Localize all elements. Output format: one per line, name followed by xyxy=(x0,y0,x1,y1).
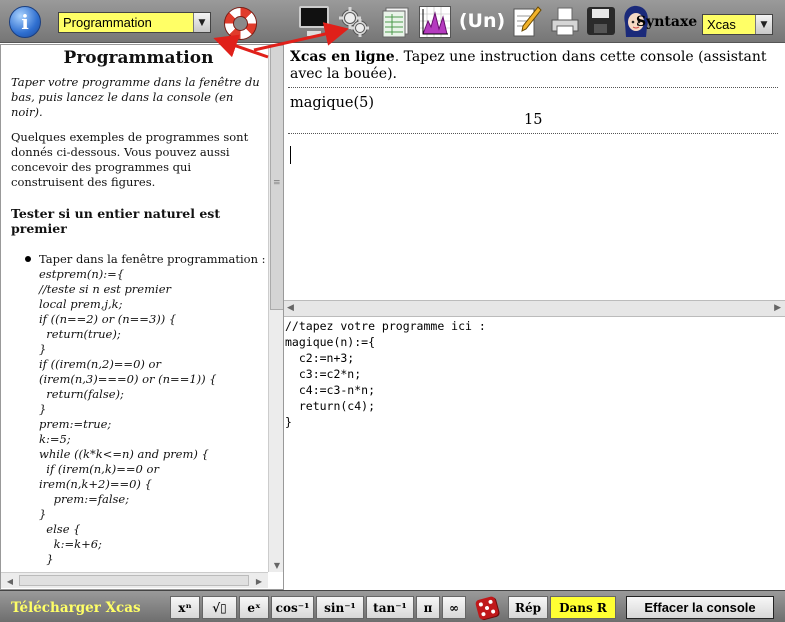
console-pane[interactable]: Xcas en ligne. Tapez une instruction dan… xyxy=(284,44,785,300)
help-code-line: if ((n==2) or (n==3)) { xyxy=(39,312,177,326)
scrollbar-thumb[interactable] xyxy=(19,575,249,586)
help-section-title: Tester si un entier naturel est premier xyxy=(11,206,221,236)
graph-icon[interactable] xyxy=(419,6,451,38)
help-code-line: //teste si n est premier xyxy=(39,282,171,296)
editor-line: c3:=c2*n; xyxy=(285,367,362,381)
editor-line: } xyxy=(285,415,292,429)
divider xyxy=(288,133,778,134)
syntax-select[interactable]: Xcas ▼ xyxy=(702,14,773,35)
help-intro: Taper votre programme dans la fenêtre du… xyxy=(11,75,260,119)
help-code-line: prem:=false; xyxy=(39,492,130,506)
save-icon[interactable] xyxy=(587,7,615,35)
help-content: Programmation Taper votre programme dans… xyxy=(11,45,266,567)
bottom-keyboard-bar: Télécharger Xcas xⁿ √▯ eˣ cos⁻¹ sin⁻¹ ta… xyxy=(0,590,785,622)
help-vertical-scrollbar[interactable]: ≡ ▼ xyxy=(268,45,283,572)
pane-splitter[interactable]: ◀ ▶ xyxy=(284,300,785,317)
sequence-icon[interactable]: (Un) xyxy=(458,6,506,36)
dice-shape xyxy=(474,595,500,620)
scroll-left-icon[interactable]: ◀ xyxy=(3,574,17,588)
help-code-line: if (irem(n,k)==0 or xyxy=(39,462,159,476)
top-toolbar: i Programmation ▼ (Un) Syntaxe Xcas ▼ xyxy=(0,0,785,43)
console-screen xyxy=(299,6,329,28)
help-code: estprem(n):={ //teste si n est premier l… xyxy=(39,267,266,567)
help-code-line: k:=k+6; xyxy=(39,537,102,551)
help-code-line: } xyxy=(39,552,54,566)
infinity-key-button[interactable]: ∞ xyxy=(442,596,466,619)
sequence-icon-label: (Un) xyxy=(458,10,506,32)
console-result: 15 xyxy=(524,112,543,128)
grip-icon: ≡ xyxy=(273,178,281,188)
help-code-line: } xyxy=(39,507,47,521)
editor-line: return(c4); xyxy=(285,399,376,413)
chevron-down-icon[interactable]: ▼ xyxy=(755,15,772,34)
help-list-item: Taper dans la fenêtre programmation : es… xyxy=(25,252,266,567)
editor-line: c4:=c3-n*n; xyxy=(285,383,376,397)
help-panel: Programmation Taper votre programme dans… xyxy=(0,44,284,590)
help-horizontal-scrollbar[interactable]: ◀ ▶ xyxy=(1,572,268,588)
help-code-line: prem:=true; xyxy=(39,417,112,431)
console-header: Xcas en ligne. Tapez une instruction dan… xyxy=(290,49,775,83)
dice-icon[interactable] xyxy=(470,595,504,620)
chevron-down-icon[interactable]: ▼ xyxy=(193,13,210,32)
info-icon-label: i xyxy=(21,10,29,34)
help-code-line: return(false); xyxy=(39,387,124,401)
answer-button[interactable]: Rép xyxy=(508,596,548,619)
real-domain-toggle[interactable]: Dans R xyxy=(550,596,616,619)
mode-select[interactable]: Programmation ▼ xyxy=(58,12,211,33)
help-code-line: estprem(n):={ xyxy=(39,267,125,281)
editor-line: //tapez votre programme ici : xyxy=(285,319,486,333)
info-icon[interactable]: i xyxy=(9,6,41,38)
gears-icon[interactable] xyxy=(337,5,371,39)
help-code-line: local prem,j,k; xyxy=(39,297,123,311)
syntax-label: Syntaxe xyxy=(636,14,698,30)
scroll-left-icon[interactable]: ◀ xyxy=(287,303,294,313)
help-code-line: while ((k*k<=n) and prem) { xyxy=(39,447,209,461)
help-code-line: irem(n,k+2)==0) { xyxy=(39,477,152,491)
clear-console-button[interactable]: Effacer la console xyxy=(626,596,774,619)
console-stand xyxy=(307,31,321,36)
scroll-right-icon[interactable]: ▶ xyxy=(774,303,781,313)
editor-line: c2:=n+3; xyxy=(285,351,355,365)
console-icon[interactable] xyxy=(298,6,330,36)
spreadsheet-icon[interactable] xyxy=(379,6,411,38)
help-examples: Quelques exemples de programmes sont don… xyxy=(11,130,249,189)
edit-icon[interactable] xyxy=(512,5,542,39)
acos-key-button[interactable]: cos⁻¹ xyxy=(271,596,314,619)
help-code-line: k:=5; xyxy=(39,432,71,446)
console-command[interactable]: magique(5) xyxy=(290,95,374,111)
help-code-line: (irem(n,3)===0) or (n==1)) { xyxy=(39,372,217,386)
exp-key-button[interactable]: eˣ xyxy=(239,596,269,619)
asin-key-button[interactable]: sin⁻¹ xyxy=(316,596,364,619)
sqrt-key-button[interactable]: √▯ xyxy=(202,596,237,619)
bullet-icon xyxy=(25,256,31,262)
power-key-button[interactable]: xⁿ xyxy=(170,596,200,619)
help-code-line: if ((irem(n,2)==0) or xyxy=(39,357,161,371)
lifebuoy-icon[interactable] xyxy=(224,7,257,40)
help-code-line: } xyxy=(39,342,47,356)
help-code-line: else { xyxy=(39,522,81,536)
program-editor[interactable]: //tapez votre programme ici : magique(n)… xyxy=(284,317,785,590)
console-header-title: Xcas en ligne xyxy=(290,49,395,65)
editor-line: magique(n):={ xyxy=(285,335,376,349)
help-code-line: return(true); xyxy=(39,327,121,341)
console-input-caret[interactable] xyxy=(290,146,291,164)
help-title: Programmation xyxy=(63,48,214,68)
divider xyxy=(288,87,778,88)
atan-key-button[interactable]: tan⁻¹ xyxy=(366,596,414,619)
print-icon[interactable] xyxy=(549,6,581,38)
scroll-right-icon[interactable]: ▶ xyxy=(252,574,266,588)
mode-select-value: Programmation xyxy=(63,15,152,30)
help-list-text: Taper dans la fenêtre programmation : xyxy=(39,252,266,266)
syntax-select-value: Xcas xyxy=(707,17,736,32)
scroll-down-icon[interactable]: ▼ xyxy=(270,558,283,572)
help-code-line: } xyxy=(39,402,47,416)
pi-key-button[interactable]: π xyxy=(416,596,440,619)
download-xcas-link[interactable]: Télécharger Xcas xyxy=(11,600,141,616)
